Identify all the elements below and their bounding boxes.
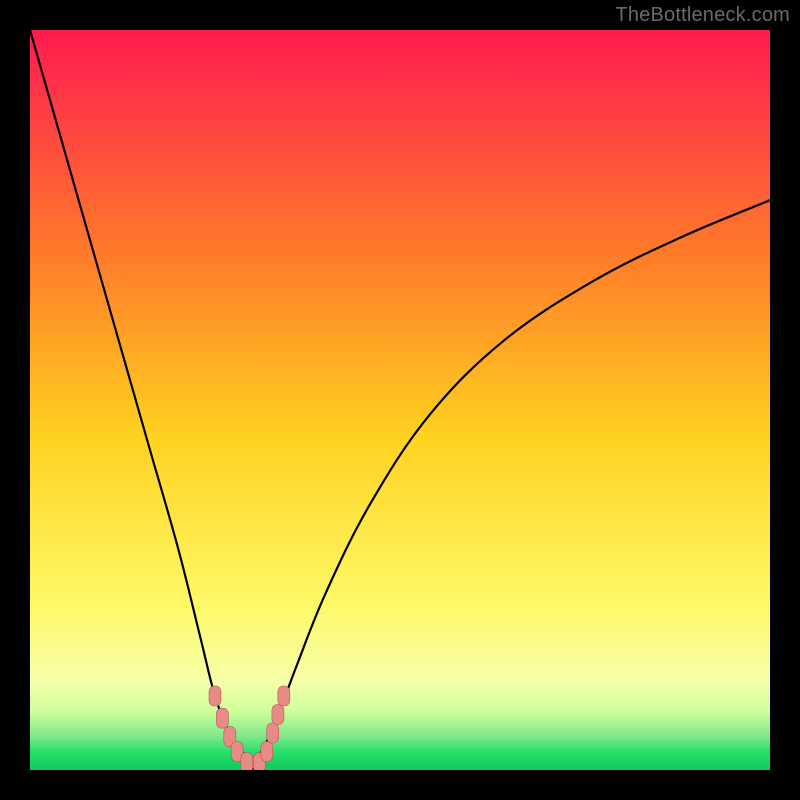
curve-marker [272, 705, 284, 725]
curve-marker [267, 723, 279, 743]
curve-marker [241, 753, 253, 770]
curve-marker [278, 686, 290, 706]
bottleneck-chart [30, 30, 770, 770]
gradient-field [30, 30, 770, 770]
curve-marker [209, 686, 221, 706]
curve-marker [261, 742, 273, 762]
curve-marker [216, 708, 228, 728]
watermark-text: TheBottleneck.com [615, 4, 790, 27]
chart-frame: TheBottleneck.com [0, 0, 800, 800]
